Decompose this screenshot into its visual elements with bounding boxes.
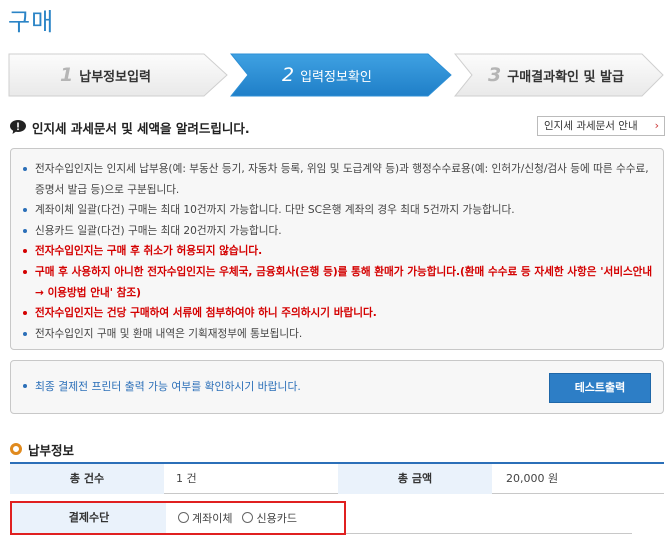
payment-summary-table: 총 건수 1 건 총 금액 20,000 원 — [10, 462, 664, 494]
section-bullet-icon — [10, 443, 22, 455]
page-title: 구매 — [8, 8, 55, 36]
highlight-box — [10, 501, 346, 535]
total-count-value: 1 건 — [176, 472, 197, 485]
step-3: 3 구매결과확인 및 발급 — [454, 53, 664, 97]
notice-item: 전자수입인지 구매 및 환매 내역은 기획재정부에 통보됩니다. — [23, 324, 653, 345]
notice-heading: 인지세 과세문서 및 세액을 알려드립니다. — [10, 118, 250, 136]
speech-bubble-icon — [10, 120, 26, 134]
chevron-right-icon: › — [654, 119, 659, 132]
notice-heading-text: 인지세 과세문서 및 세액을 알려드립니다. — [32, 120, 250, 136]
total-amount-label: 총 금액 — [338, 464, 492, 494]
notice-item: 전자수입인지는 인지세 납부용(예: 부동산 등기, 자동차 등록, 위임 및 … — [23, 159, 653, 200]
notice-item: 계좌이체 일괄(다건) 구매는 최대 10건까지 가능합니다. 다만 SC은행 … — [23, 200, 653, 221]
step-1-label: 납부정보입력 — [79, 70, 151, 85]
payment-info-section-title: 납부정보 — [10, 440, 74, 458]
tax-document-guide-button[interactable]: 인지세 과세문서 안내 › — [537, 116, 665, 136]
step-2-label: 입력정보확인 — [300, 70, 372, 85]
step-2-number: 2 — [282, 64, 295, 86]
step-indicator: 1 납부정보입력 2 입력정보확인 3 구매결과확인 및 발급 — [8, 53, 664, 97]
notice-list: 전자수입인지는 인지세 납부용(예: 부동산 등기, 자동차 등록, 위임 및 … — [23, 159, 653, 344]
test-print-button[interactable]: 테스트출력 — [549, 373, 651, 403]
total-amount-value: 20,000 원 — [506, 472, 559, 485]
print-check-box: 최종 결제전 프린터 출력 가능 여부를 확인하시기 바랍니다. 테스트출력 — [10, 360, 664, 414]
notice-item: 신용카드 일괄(다건) 구매는 최대 20건까지 가능합니다. — [23, 221, 653, 242]
step-2-active: 2 입력정보확인 — [230, 53, 452, 97]
notice-box: 전자수입인지는 인지세 납부용(예: 부동산 등기, 자동차 등록, 위임 및 … — [10, 148, 664, 350]
step-3-number: 3 — [488, 64, 502, 86]
notice-item-warning: 전자수입인지는 건당 구매하여 서류에 첨부하여야 하니 주의하시기 바랍니다. — [23, 303, 653, 324]
payment-info-title: 납부정보 — [28, 442, 75, 458]
notice-item-warning: 구매 후 사용하지 아니한 전자수입인지는 우체국, 금융회사(은행 등)를 통… — [23, 262, 653, 303]
print-check-text: 최종 결제전 프린터 출력 가능 여부를 확인하시기 바랍니다. — [23, 378, 301, 394]
step-1: 1 납부정보입력 — [8, 53, 228, 97]
notice-item-warning: 전자수입인지는 구매 후 취소가 허용되지 않습니다. — [23, 241, 653, 262]
tax-document-guide-label: 인지세 과세문서 안내 — [544, 120, 638, 132]
step-3-label: 구매결과확인 및 발급 — [507, 70, 624, 85]
step-1-number: 1 — [60, 64, 74, 86]
total-count-label: 총 건수 — [10, 464, 164, 494]
